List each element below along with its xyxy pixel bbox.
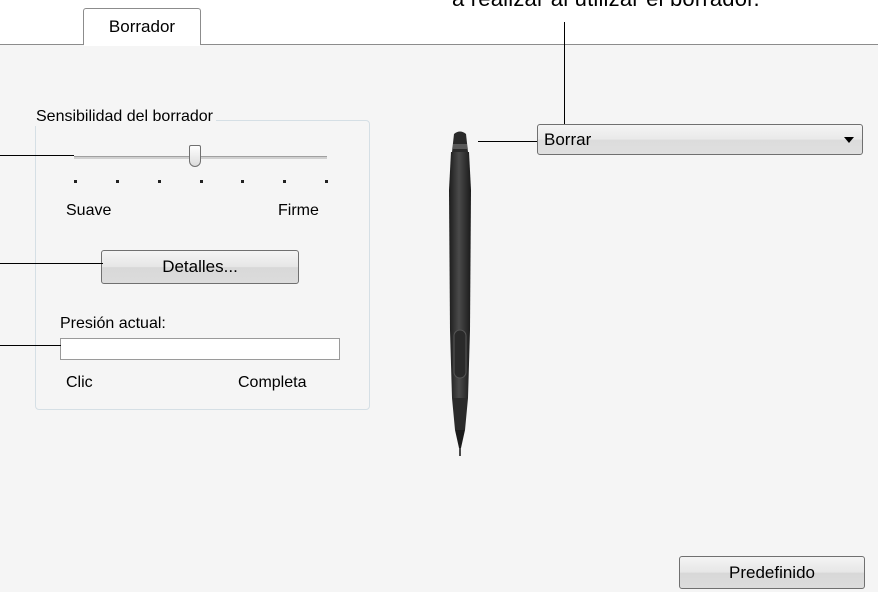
default-button[interactable]: Predefinido — [679, 556, 865, 589]
callout-line-pen-tip — [478, 141, 537, 142]
eraser-function-dropdown[interactable]: Borrar — [537, 124, 863, 155]
slider-tick — [115, 180, 119, 183]
callout-line-sensitivity — [0, 155, 74, 156]
slider-tick — [283, 180, 287, 183]
eraser-sensitivity-title: Sensibilidad del borrador — [33, 108, 216, 126]
tab-connector — [84, 44, 200, 46]
slider-tick — [199, 180, 203, 183]
current-pressure-label: Presión actual: — [60, 315, 166, 332]
callout-line-pressure — [0, 345, 61, 346]
eraser-function-value: Borrar — [544, 130, 592, 149]
slider-tick — [74, 180, 77, 183]
callout-line-function — [564, 22, 565, 124]
chevron-down-icon — [844, 137, 854, 143]
callout-text: a realizar al utilizar el borrador. — [452, 0, 760, 12]
current-pressure-bar — [60, 338, 340, 360]
slider-tick — [157, 180, 161, 183]
pen-icon — [449, 131, 471, 456]
eraser-settings-screen: a realizar al utilizar el borrador. Borr… — [0, 0, 878, 592]
pressure-min-label: Clic — [66, 374, 93, 391]
tab-borrador[interactable]: Borrador — [83, 8, 201, 45]
eraser-sensitivity-slider-thumb[interactable] — [189, 145, 201, 167]
slider-max-label: Firme — [278, 202, 319, 219]
callout-line-details — [0, 263, 103, 264]
slider-min-label: Suave — [66, 202, 112, 219]
pressure-max-label: Completa — [238, 374, 307, 391]
slider-tick — [241, 180, 245, 183]
slider-tick — [325, 180, 328, 183]
details-button[interactable]: Detalles... — [101, 250, 299, 284]
